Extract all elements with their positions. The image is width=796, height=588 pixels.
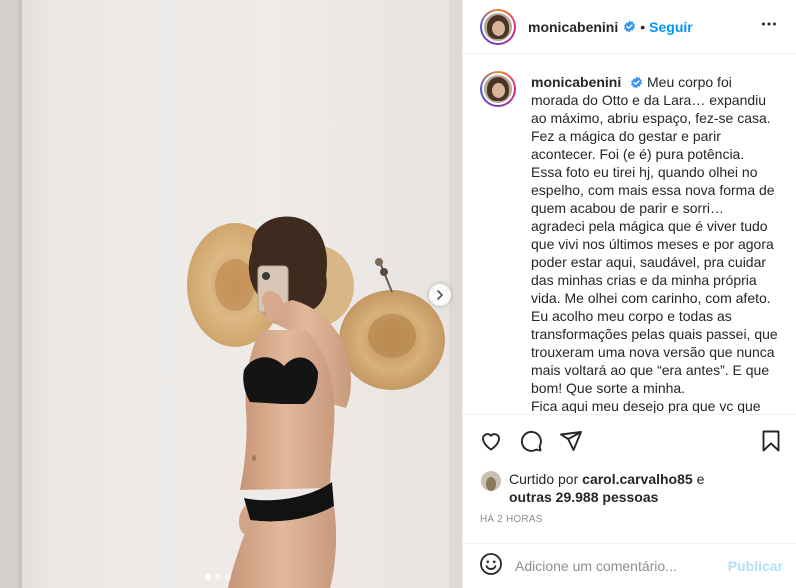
post-details-panel: monicabenini • Seguir monicabenini Meu c… <box>462 0 796 588</box>
comment-icon[interactable] <box>519 429 543 464</box>
carousel-dot <box>225 574 231 580</box>
caption-avatar[interactable] <box>480 71 516 107</box>
likes-summary: Curtido por carol.carvalho85 e outras 29… <box>481 470 781 506</box>
likes-prefix: Curtido por <box>509 471 579 487</box>
post-photo[interactable] <box>0 0 462 588</box>
carousel-next-button[interactable] <box>429 284 451 306</box>
bookmark-icon[interactable] <box>759 429 783 458</box>
likes-conjunction: e <box>696 471 705 487</box>
more-options-icon[interactable] <box>761 16 777 37</box>
caption-paragraph: Eu acolho meu corpo e todas as transform… <box>531 308 778 396</box>
follow-button[interactable]: Seguir <box>649 19 693 35</box>
liker-avatar[interactable] <box>481 471 501 491</box>
likes-text: Curtido por carol.carvalho85 e outras 29… <box>509 470 704 506</box>
likes-count[interactable]: outras 29.988 pessoas <box>509 489 658 505</box>
avatar[interactable] <box>480 8 516 45</box>
post-timestamp[interactable]: HÁ 2 HORAS <box>480 514 543 525</box>
verified-badge-icon <box>623 20 636 33</box>
instagram-post: monicabenini • Seguir monicabenini Meu c… <box>0 0 796 588</box>
paper-plane-icon[interactable] <box>559 429 583 464</box>
publish-button[interactable]: Publicar <box>728 558 783 574</box>
carousel-dots <box>205 574 231 580</box>
caption-username[interactable]: monicabenini <box>531 74 621 90</box>
comments-section[interactable]: monicabenini Meu corpo foi morada do Ott… <box>463 55 796 413</box>
heart-icon[interactable] <box>479 429 503 464</box>
caption-paragraph: Essa foto eu tirei hj, quando olhei no e… <box>531 164 775 306</box>
header-username[interactable]: monicabenini <box>528 19 618 35</box>
caption-row: monicabenini Meu corpo foi morada do Ott… <box>480 71 781 413</box>
carousel-dot <box>205 574 211 580</box>
comment-input[interactable] <box>515 558 715 574</box>
liker-username[interactable]: carol.carvalho85 <box>582 471 693 487</box>
avatar-face <box>492 20 505 36</box>
emoji-icon[interactable] <box>479 552 503 581</box>
avatar-image <box>482 10 514 43</box>
post-actions <box>463 414 796 464</box>
carousel-dot <box>215 574 221 580</box>
post-caption: monicabenini Meu corpo foi morada do Ott… <box>531 73 781 413</box>
mirror-selfie-illustration <box>0 0 462 588</box>
caption-paragraph: Fica aqui meu desejo pra que vc que <box>531 398 761 413</box>
chevron-right-icon <box>437 290 443 300</box>
header-separator: • <box>640 18 646 35</box>
verified-badge-icon <box>630 76 643 89</box>
caption-avatar-face <box>492 83 505 98</box>
post-header: monicabenini • Seguir <box>463 0 796 54</box>
caption-avatar-image <box>482 73 514 105</box>
add-comment-bar: Publicar <box>463 543 796 588</box>
